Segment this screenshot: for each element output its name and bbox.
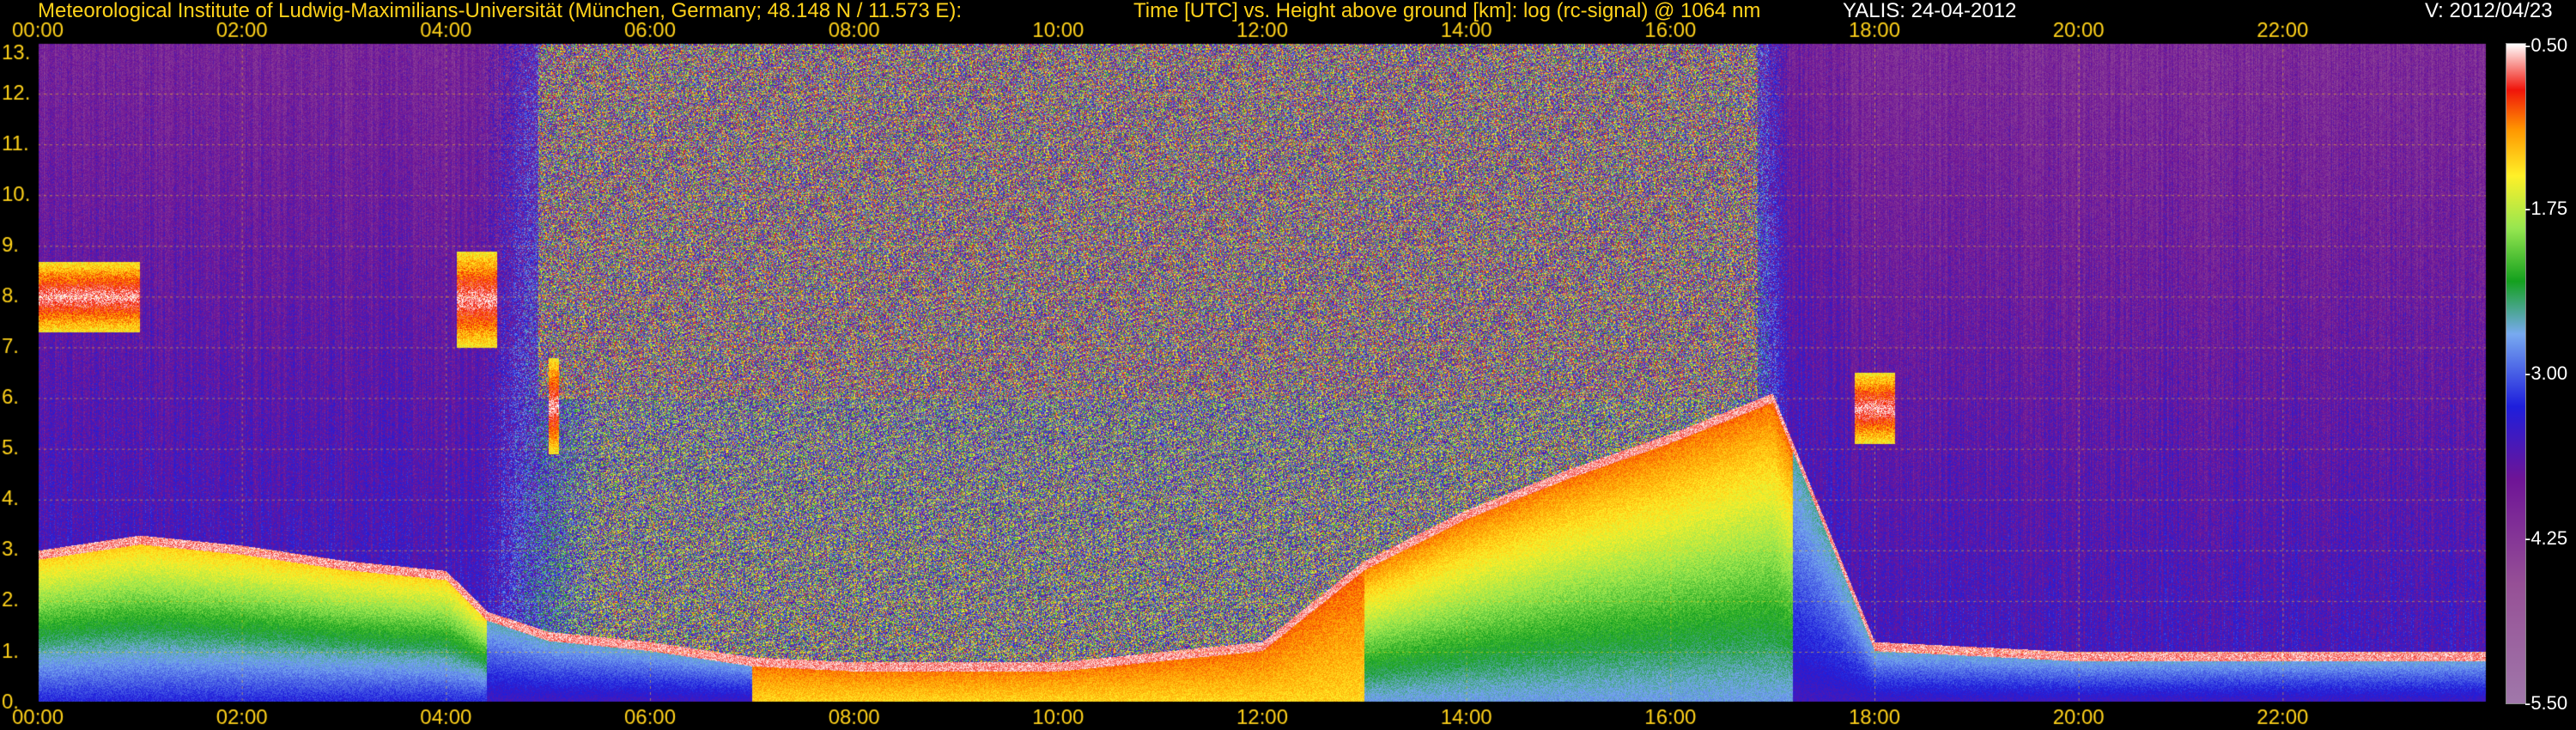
colorbar-label-bottom: -5.50: [2524, 692, 2568, 714]
instrument-date: YALIS: 24-04-2012: [1843, 0, 2017, 22]
institute-title: Meteorological Institute of Ludwig-Maxim…: [38, 0, 963, 22]
colorbar-label-top: -0.50: [2524, 34, 2568, 56]
colorbar: [2506, 43, 2526, 704]
colorbar-label-2: -1.75: [2524, 198, 2568, 219]
colorbar-label-4: -4.25: [2524, 527, 2568, 549]
colorbar-label-3: -3.00: [2524, 362, 2568, 384]
plot-title: Time [UTC] vs. Height above ground [km]:…: [1133, 0, 1761, 22]
lidar-heatmap: [0, 0, 2576, 730]
version-label: V: 2012/04/23: [2425, 0, 2553, 22]
